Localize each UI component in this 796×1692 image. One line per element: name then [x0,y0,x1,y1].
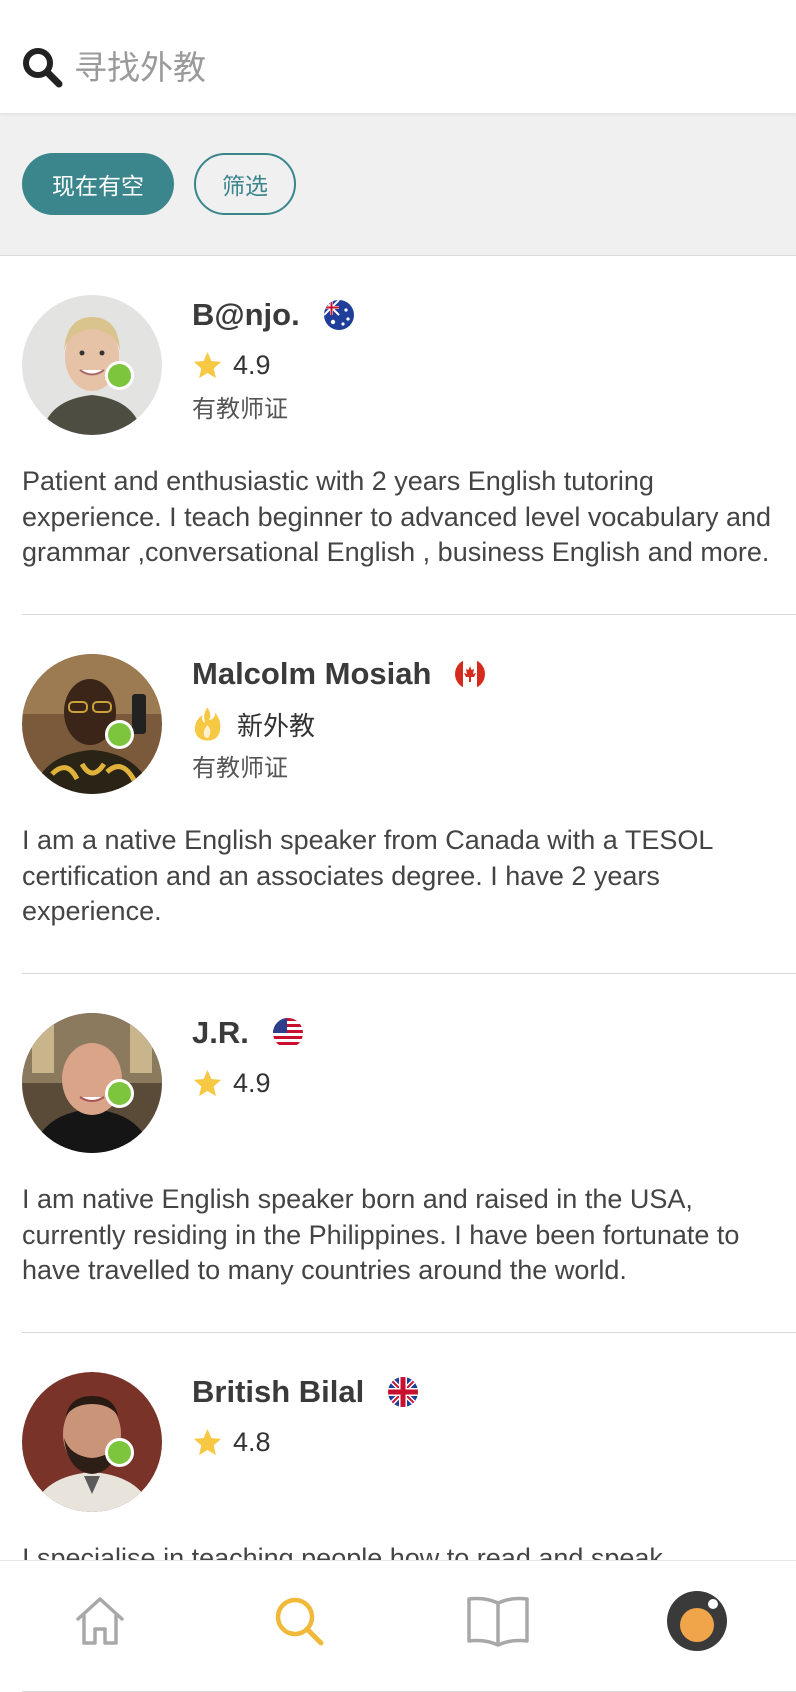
avatar[interactable] [22,295,162,435]
tutor-card[interactable]: J.R. 4.9 I am native English speaker bor… [0,974,796,1333]
usa-flag-icon [272,1018,303,1048]
canada-flag-icon [455,659,486,689]
filter-bar: 现在有空 筛选 [0,113,796,256]
new-tutor-badge: 新外教 [237,711,316,742]
rating-value: 4.8 [233,1426,271,1457]
online-status-dot [105,720,134,749]
tutor-name-row: Malcolm Mosiah [192,652,486,696]
new-tutor-row: 新外教 [192,702,315,746]
tutor-name: B@njo. [192,297,300,332]
home-icon [75,1597,124,1645]
fire-icon [194,707,221,741]
certificate-label: 有教师证 [192,754,288,782]
profile-icon [666,1591,727,1651]
book-icon [466,1596,529,1647]
rating-row: 4.9 [192,343,271,387]
bottom-tab-bar [0,1560,796,1681]
search-icon[interactable] [20,45,64,89]
tab-courses[interactable] [398,1561,597,1681]
rating-value: 4.9 [233,1067,271,1098]
online-status-dot [105,1438,134,1467]
online-status-dot [105,1079,134,1108]
tutor-name: British Bilal [192,1374,365,1409]
star-icon [193,351,222,378]
tutor-name: Malcolm Mosiah [192,656,432,691]
online-status-dot [105,361,134,390]
tutor-description: I am a native English speaker from Canad… [22,825,713,926]
avatar[interactable] [22,654,162,794]
tutor-name: J.R. [192,1015,249,1050]
tutor-name-row: J.R. [192,1011,303,1055]
search-bar [0,0,796,113]
avatar[interactable] [22,1372,162,1512]
certificate-label: 有教师证 [192,395,288,423]
tab-home[interactable] [0,1561,199,1681]
tab-search[interactable] [199,1561,398,1681]
star-icon [193,1069,222,1096]
tab-profile[interactable] [597,1561,796,1681]
rating-row: 4.9 [192,1061,271,1105]
avatar[interactable] [22,1013,162,1153]
tutor-name-row: B@njo. [192,293,354,337]
filter-button[interactable]: 筛选 [194,153,296,215]
rating-row: 4.8 [192,1420,271,1464]
uk-flag-icon [388,1377,419,1407]
tutor-name-row: British Bilal [192,1370,419,1414]
search-icon [275,1597,323,1646]
available-now-button[interactable]: 现在有空 [22,153,174,215]
tutor-description: I am native English speaker born and rai… [22,1184,740,1285]
rating-value: 4.9 [233,349,271,380]
australia-flag-icon [323,300,354,330]
search-input[interactable] [74,40,754,94]
tutor-description: Patient and enthusiastic with 2 years En… [22,466,771,567]
tutor-card[interactable]: B@njo. 4.9 有教师证 Patient and enthusiastic… [0,256,796,615]
tutor-list: B@njo. 4.9 有教师证 Patient and enthusiastic… [0,256,796,1692]
tutor-card[interactable]: Malcolm Mosiah 新外教 有教师证 I am a native En… [0,615,796,974]
star-icon [193,1428,222,1455]
